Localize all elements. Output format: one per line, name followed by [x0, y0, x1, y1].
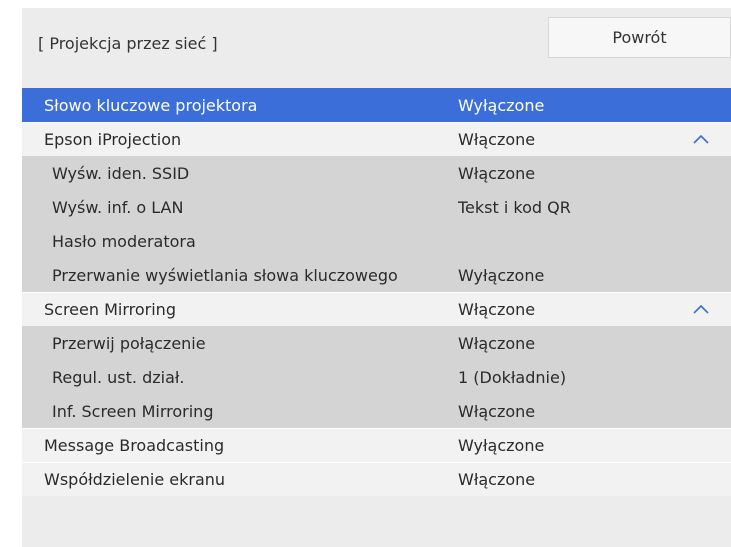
row-message-broadcasting[interactable]: Message Broadcasting Wyłączone [22, 428, 731, 462]
row-value: Włączone [458, 164, 536, 183]
row-value: Wyłączone [458, 96, 545, 115]
row-epson-iprojection[interactable]: Epson iProjection Włączone [22, 122, 731, 156]
chevron-up-icon[interactable] [692, 301, 710, 319]
row-value: Wyłączone [458, 436, 545, 455]
row-lan-info-display[interactable]: Wyśw. inf. o LAN Tekst i kod QR [22, 190, 731, 224]
row-screen-mirroring-info[interactable]: Inf. Screen Mirroring Włączone [22, 394, 731, 428]
row-label: Współdzielenie ekranu [44, 470, 226, 489]
row-moderator-password[interactable]: Hasło moderatora [22, 224, 731, 258]
back-button[interactable]: Powrót [548, 17, 731, 58]
row-label: Epson iProjection [44, 130, 182, 149]
row-label: Screen Mirroring [44, 300, 176, 319]
row-value: Włączone [458, 402, 536, 421]
row-projector-keyword[interactable]: Słowo kluczowe projektora Wyłączone [22, 88, 731, 122]
chevron-up-icon[interactable] [692, 131, 710, 149]
row-value: Tekst i kod QR [458, 198, 571, 217]
row-keyword-interrupt[interactable]: Przerwanie wyświetlania słowa kluczowego… [22, 258, 731, 292]
row-label: Wyśw. iden. SSID [52, 164, 190, 183]
row-label: Przerwanie wyświetlania słowa kluczowego [52, 266, 398, 285]
row-label: Message Broadcasting [44, 436, 225, 455]
page-title: [ Projekcja przez sieć ] [38, 34, 218, 53]
row-value: Włączone [458, 300, 536, 319]
row-label: Inf. Screen Mirroring [52, 402, 214, 421]
settings-list: Słowo kluczowe projektora Wyłączone Epso… [22, 88, 731, 496]
row-label: Regul. ust. dział. [52, 368, 185, 387]
row-operation-adjustment[interactable]: Regul. ust. dział. 1 (Dokładnie) [22, 360, 731, 394]
row-value: Włączone [458, 470, 536, 489]
row-value: Włączone [458, 130, 536, 149]
row-label: Słowo kluczowe projektora [44, 96, 258, 115]
row-value: Włączone [458, 334, 536, 353]
row-screen-sharing[interactable]: Współdzielenie ekranu Włączone [22, 462, 731, 496]
row-value: Wyłączone [458, 266, 545, 285]
row-ssid-display[interactable]: Wyśw. iden. SSID Włączone [22, 156, 731, 190]
row-label: Hasło moderatora [52, 232, 196, 251]
row-interrupt-connection[interactable]: Przerwij połączenie Włączone [22, 326, 731, 360]
row-label: Wyśw. inf. o LAN [52, 198, 184, 217]
row-label: Przerwij połączenie [52, 334, 206, 353]
row-screen-mirroring[interactable]: Screen Mirroring Włączone [22, 292, 731, 326]
row-value: 1 (Dokładnie) [458, 368, 567, 387]
network-projection-menu: [ Projekcja przez sieć ] Powrót Słowo kl… [22, 8, 731, 547]
menu-header: [ Projekcja przez sieć ] Powrót [22, 8, 731, 88]
